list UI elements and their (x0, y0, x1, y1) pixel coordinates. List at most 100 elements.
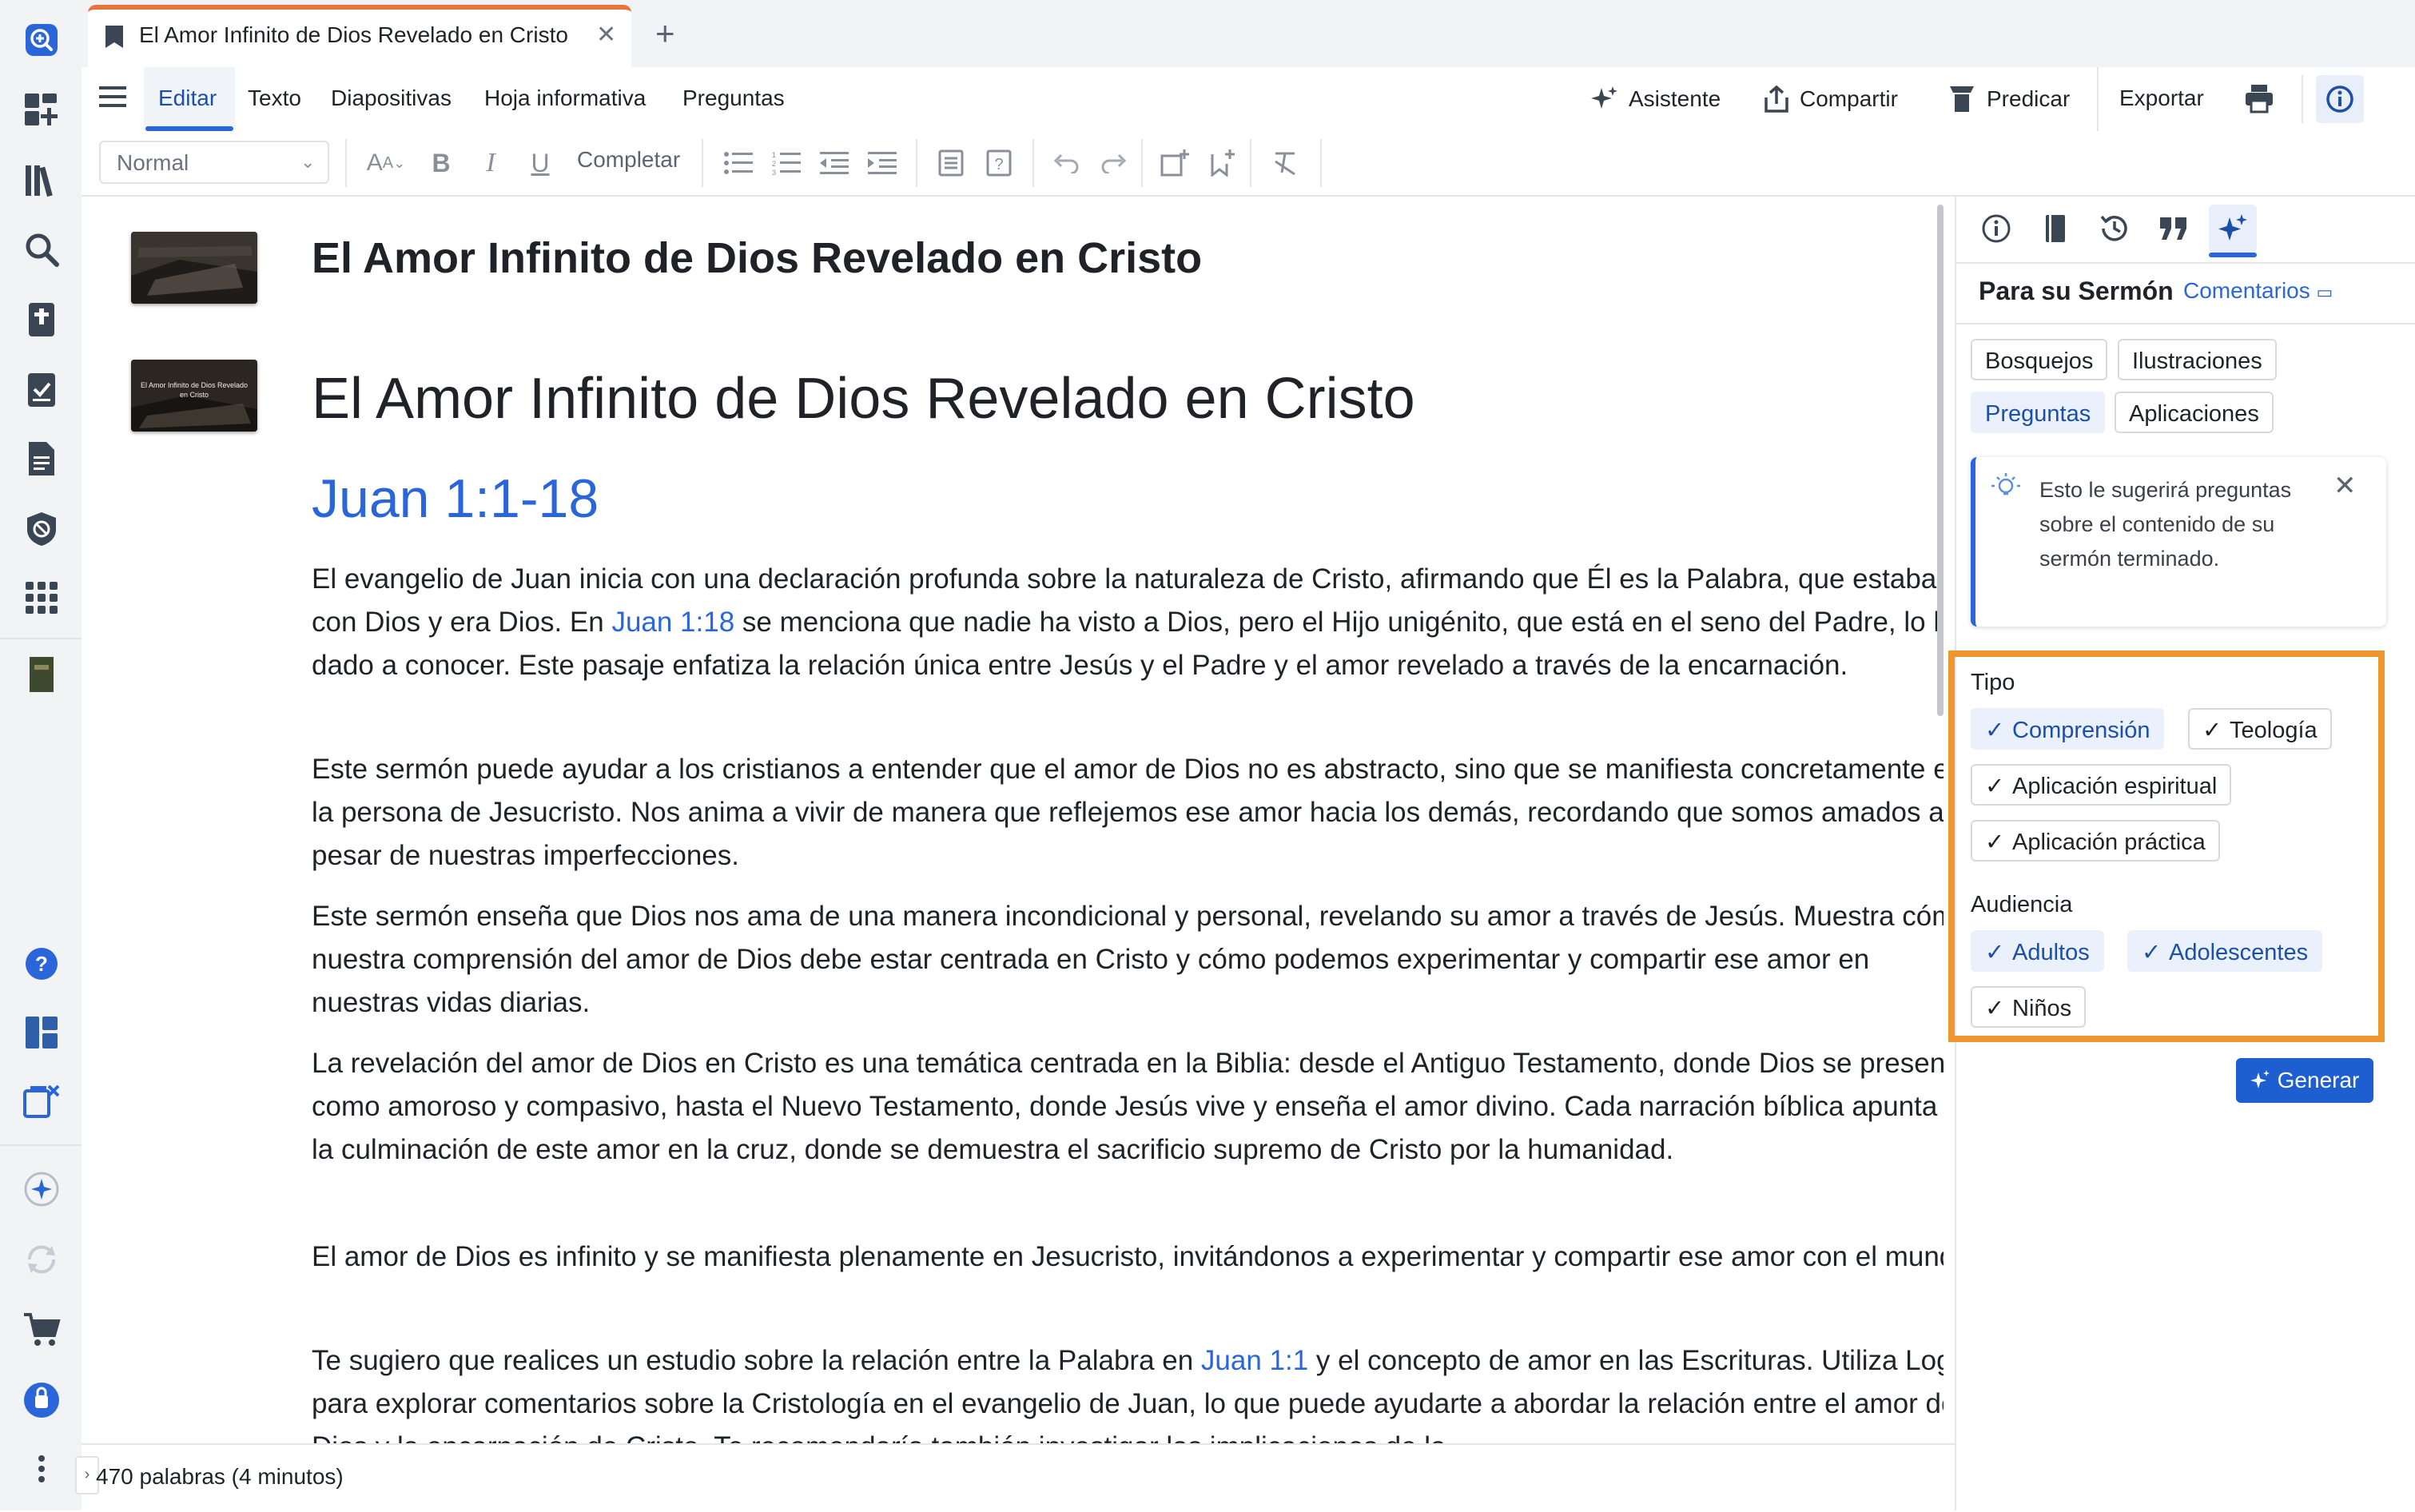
share-icon (1765, 85, 1788, 113)
slide-thumbnail-1[interactable] (131, 232, 257, 304)
document-tab[interactable]: El Amor Infinito de Dios Revelado en Cri… (88, 5, 631, 67)
new-tab-icon[interactable]: + (655, 14, 675, 53)
clear-formatting-icon[interactable] (1264, 142, 1306, 184)
category-aplicaciones[interactable]: Aplicaciones (2115, 392, 2274, 433)
word-count: 470 palabras (4 minutos) (96, 1464, 344, 1489)
layout-icon[interactable] (19, 1010, 64, 1055)
sparkle-icon (2250, 1070, 2270, 1088)
audiencia-ninos-label: Niños (2012, 996, 2072, 1021)
info-panel-tab-icon[interactable] (1972, 205, 2020, 253)
paragraph-3: Este sermón enseña que Dios nos ama de u… (312, 901, 1944, 1018)
account-icon[interactable] (19, 1378, 64, 1422)
tab-hoja-informativa[interactable]: Hoja informativa (484, 67, 646, 129)
info-toggle-button[interactable] (2316, 75, 2364, 123)
audiencia-adultos-chip[interactable]: ✓ Adultos (1971, 930, 2104, 972)
juan-1-1-link[interactable]: Juan 1:1 (1201, 1345, 1308, 1376)
bold-icon[interactable]: B (420, 142, 462, 184)
comentarios-link[interactable]: Comentarios ▭ (2183, 278, 2333, 304)
close-tip-icon[interactable]: ✕ (2333, 470, 2357, 502)
category-ilustraciones[interactable]: Ilustraciones (2118, 339, 2277, 380)
completar-button[interactable]: Completar (577, 147, 680, 173)
slide-text-icon[interactable] (930, 142, 972, 184)
search-plus-icon[interactable] (19, 18, 64, 62)
tab-texto[interactable]: Texto (248, 67, 301, 129)
audiencia-ninos-chip[interactable]: ✓ Niños (1971, 986, 2087, 1028)
add-slide-icon[interactable] (1154, 142, 1196, 184)
tipo-comprension-chip[interactable]: ✓ Comprensión (1971, 708, 2165, 750)
category-preguntas[interactable]: Preguntas (1971, 392, 2106, 433)
ai-sparkle-icon[interactable] (19, 1167, 64, 1212)
asistente-label: Asistente (1629, 86, 1721, 111)
book-panel-tab-icon[interactable] (2031, 205, 2079, 253)
book-cover-icon[interactable] (19, 652, 64, 697)
search-icon[interactable] (19, 227, 64, 272)
help-icon[interactable]: ? (19, 941, 64, 986)
exportar-button[interactable]: Exportar (2119, 67, 2204, 129)
check-icon: ✓ (1985, 940, 2005, 965)
ai-panel-tab-icon[interactable] (2209, 205, 2257, 253)
tipo-aplicacion-espiritual-chip[interactable]: ✓ Aplicación espiritual (1971, 764, 2232, 806)
history-panel-tab-icon[interactable] (2091, 205, 2138, 253)
audiencia-adolescentes-chip[interactable]: ✓ Adolescentes (2127, 930, 2323, 972)
svg-text:?: ? (994, 156, 1003, 173)
predicar-button[interactable]: Predicar (1948, 67, 2070, 131)
bible-icon[interactable] (19, 297, 64, 342)
ai-tab-indicator (2209, 253, 2257, 257)
hamburger-menu-icon[interactable] (99, 85, 126, 113)
undo-icon[interactable] (1045, 142, 1087, 184)
editor-scrollbar[interactable] (1937, 205, 1944, 716)
left-rail: ? (0, 0, 83, 1510)
audiencia-adolescentes-label: Adolescentes (2169, 940, 2309, 965)
tab-editar[interactable]: Editar (158, 67, 217, 129)
more-vertical-icon[interactable] (19, 1446, 64, 1491)
underline-icon[interactable]: U (519, 142, 561, 184)
slide-thumbnail-2[interactable]: El Amor Infinito de Dios Revelado en Cri… (131, 360, 257, 432)
outdent-icon[interactable] (814, 142, 855, 184)
tipo-aplicacion-practica-label: Aplicación práctica (2012, 830, 2206, 855)
paragraph-4: La revelación del amor de Dios en Cristo… (312, 1048, 1944, 1165)
redo-icon[interactable] (1093, 142, 1135, 184)
library-icon[interactable] (19, 158, 64, 203)
tipo-aplicacion-practica-chip[interactable]: ✓ Aplicación práctica (1971, 820, 2220, 861)
tipo-teologia-chip[interactable]: ✓ Teología (2188, 708, 2332, 750)
quote-panel-tab-icon[interactable] (2150, 205, 2198, 253)
close-panels-icon[interactable] (19, 1079, 64, 1124)
tab-preguntas[interactable]: Preguntas (682, 67, 785, 129)
print-icon[interactable] (2244, 83, 2274, 117)
svg-text:2: 2 (772, 160, 776, 168)
juan-1-18-link[interactable]: Juan 1:18 (611, 607, 734, 638)
paragraph-6: Te sugiero que realices un estudio sobre… (312, 1339, 1944, 1443)
sermon-assistant-panel: Para su Sermón Comentarios ▭ Bosquejos I… (1948, 197, 2415, 1510)
slide-title: El Amor Infinito de Dios Revelado en Cri… (312, 234, 1203, 282)
tipo-comprension-label: Comprensión (2012, 718, 2150, 743)
close-tab-icon[interactable]: ✕ (596, 21, 616, 49)
indent-icon[interactable] (861, 142, 903, 184)
category-bosquejos[interactable]: Bosquejos (1971, 339, 2108, 380)
question-box-icon[interactable]: ? (978, 142, 1020, 184)
bullet-list-icon[interactable] (718, 142, 759, 184)
numbered-list-icon[interactable]: 123 (766, 142, 807, 184)
scripture-reference-link[interactable]: Juan 1:1-18 (312, 465, 599, 532)
generar-button[interactable]: Generar (2236, 1058, 2373, 1103)
paragraph-5: El amor de Dios es infinito y se manifie… (312, 1241, 1944, 1272)
italic-icon[interactable]: I (470, 142, 511, 184)
compartir-button[interactable]: Compartir (1763, 67, 1898, 131)
cart-icon[interactable] (19, 1307, 64, 1352)
paragraph-style-select[interactable]: Normal ⌄ (99, 141, 329, 184)
dashboard-add-icon[interactable] (19, 88, 64, 133)
document-icon[interactable] (19, 436, 64, 481)
asistente-button[interactable]: Asistente (1590, 67, 1721, 131)
svg-text:1: 1 (772, 151, 776, 159)
apps-grid-icon[interactable] (19, 575, 64, 620)
chevron-down-icon: ⌄ (300, 152, 316, 172)
editor-area[interactable]: El Amor Infinito de Dios Revelado en Cri… (82, 197, 1944, 1443)
menu-bar: Editar Texto Diapositivas Hoja informati… (82, 67, 2415, 133)
checklist-icon[interactable] (19, 368, 64, 412)
tab-diapositivas[interactable]: Diapositivas (331, 67, 452, 129)
font-size-icon[interactable]: A A ⌄ (358, 142, 414, 184)
predicar-label: Predicar (1987, 86, 2071, 111)
sync-icon[interactable] (19, 1237, 64, 1282)
status-bar: › 470 palabras (4 minutos) (75, 1443, 1955, 1512)
shield-icon[interactable] (19, 507, 64, 551)
add-bookmark-icon[interactable] (1202, 142, 1243, 184)
